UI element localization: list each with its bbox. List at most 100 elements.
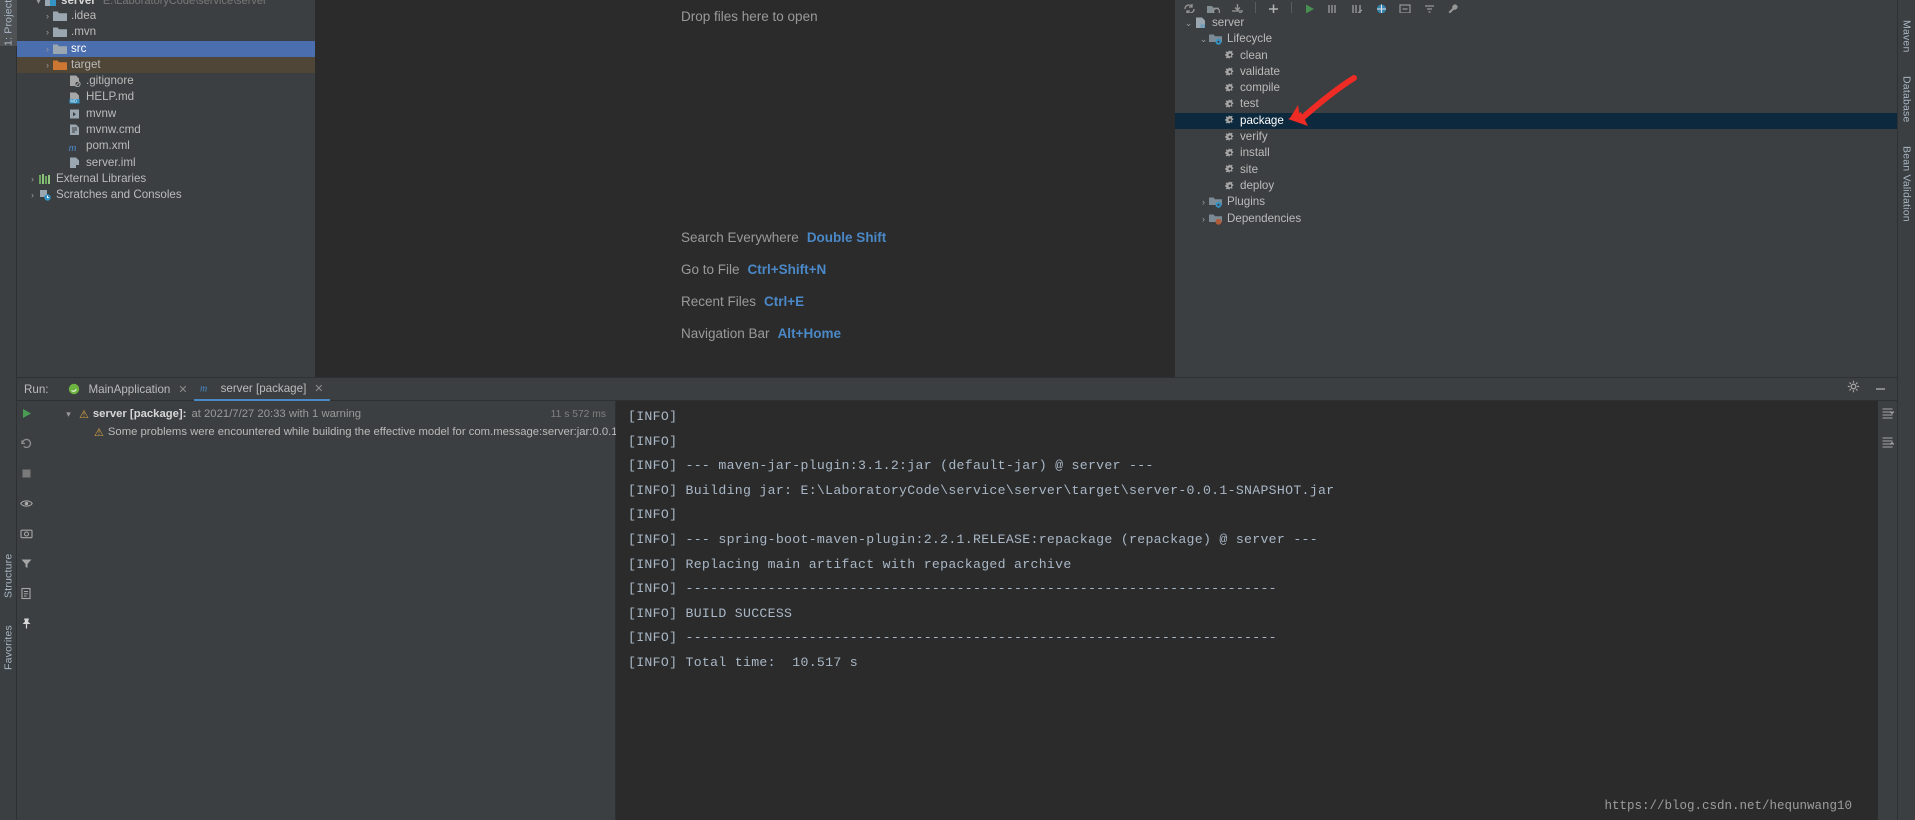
project-tree-item[interactable]: mvnw [17,106,315,122]
rerun-failed-icon[interactable] [20,437,33,455]
tool-button-structure-label: Structure [2,553,15,599]
tool-button-maven[interactable]: Maven [1898,10,1915,62]
build-console-output[interactable]: [INFO] [INFO] [INFO] --- maven-jar-plugi… [616,401,1878,820]
skip-tests-icon[interactable] [1327,2,1340,13]
maven-tree-item[interactable]: compile [1175,80,1897,96]
maven-tree-item[interactable]: test [1175,96,1897,112]
tool-button-bean-validation[interactable]: Bean Validation [1898,136,1915,232]
project-tree-item[interactable]: › External Libraries [17,171,315,187]
build-result-tree[interactable]: ▾ ⚠ server [package]: at 2021/7/27 20:33… [36,401,645,820]
expand-all-icon[interactable] [1399,2,1412,13]
project-tree-item-label: .idea [71,9,97,22]
project-tree-item[interactable]: › Scratches and Consoles [17,187,315,203]
maven-tree-item[interactable]: validate [1175,64,1897,80]
stop-icon[interactable] [20,467,33,485]
expand-all-icon-console[interactable] [1881,407,1895,425]
filter-icon[interactable] [20,557,33,575]
project-tree-item[interactable]: .gitignore [17,73,315,89]
project-tree-item[interactable]: mvnw.cmd [17,122,315,138]
rerun-icon[interactable] [20,407,33,425]
chevron-right-icon[interactable]: › [42,41,53,57]
maven-tree-item-selected[interactable]: package [1175,112,1897,130]
editor-empty-area[interactable]: Search Everywhere Double Shift Go to File C… [315,0,1175,377]
maven-tree-item[interactable]: verify [1175,129,1897,145]
close-icon[interactable]: ✕ [178,383,187,396]
maven-tree: ⌄ m server ⌄ Lifecycle clean validate compile te… [1175,13,1897,227]
chevron-right-icon[interactable]: › [42,57,53,73]
run-icon[interactable] [1303,2,1316,13]
close-icon-2[interactable]: ✕ [314,382,323,395]
maven-tool-window[interactable]: ⌄ m server ⌄ Lifecycle clean validate compile te… [1175,0,1897,377]
minimize-icon[interactable] [1874,380,1887,398]
toggle-offline-icon[interactable] [1351,2,1364,13]
project-tree-item[interactable]: › .idea [17,8,315,24]
spring-boot-icon [68,383,80,395]
project-tree-item[interactable]: server.iml [17,155,315,171]
maven-tree-item[interactable]: ⌄ m server [1175,15,1897,31]
maven-tree-item[interactable]: install [1175,145,1897,161]
maven-tree-item-label: compile [1240,81,1280,95]
project-tree-item[interactable]: MD HELP.md [17,89,315,105]
run-tab-server-package[interactable]: m server [package] ✕ [193,378,330,401]
settings-gear-icon[interactable] [1847,380,1860,398]
pin-icon[interactable] [20,617,33,635]
maven-tree-item-label: server [1212,16,1245,29]
tool-button-favorites[interactable]: Favorites [0,612,17,684]
maven-tree-item[interactable]: ⌄ Lifecycle [1175,31,1897,47]
console-line: [INFO] --- maven-jar-plugin:3.1.2:jar (d… [628,458,1154,474]
maven-tree-item-label: site [1240,162,1259,176]
chevron-down-icon-build[interactable]: ▾ [63,409,74,420]
maven-tree-item[interactable]: deploy [1175,178,1897,194]
tool-button-project[interactable]: 1: Project [0,0,17,46]
maven-tree-item[interactable]: › Plugins [1175,194,1897,210]
maven-project-icon: m [1194,17,1208,29]
folder-excluded-icon [53,59,67,71]
show-dependencies-icon[interactable] [1375,2,1388,13]
chevron-right-icon[interactable]: › [27,171,38,187]
project-tree-item-label: server.iml [86,155,136,169]
collapse-all-icon[interactable] [1423,2,1436,13]
console-line: [INFO] --- spring-boot-maven-plugin:2.2.… [628,531,1318,547]
build-result-row-warning[interactable]: ⚠ Some problems were encountered while b… [36,423,645,441]
maven-tree-item[interactable]: site [1175,162,1897,178]
chevron-right-icon[interactable]: › [42,24,53,40]
settings-wrench-icon[interactable] [1447,2,1460,13]
run-tab-mainapplication[interactable]: MainApplication ✕ [62,378,194,401]
chevron-down-icon[interactable]: ⌄ [1198,31,1209,47]
chevron-right-icon[interactable]: › [42,8,53,24]
maven-tree-item[interactable]: › Dependencies [1175,211,1897,227]
project-tree-item[interactable]: › src [17,40,315,57]
project-tree-item[interactable]: m pom.xml [17,138,315,154]
reload-all-projects-icon[interactable] [1183,2,1196,13]
run-tool-window[interactable]: Run: MainApplication ✕ m server [package… [17,377,1897,820]
project-tree-item[interactable]: › target [17,56,315,74]
screenshot-icon[interactable] [20,527,33,545]
chevron-down-icon[interactable]: ▾ [33,0,44,8]
project-tool-window[interactable]: ▾ server E:\LaboratoryCode\service\serve… [17,0,315,377]
goal-gear-icon [1224,83,1236,94]
toggle-visibility-icon[interactable] [20,497,33,515]
tool-button-database[interactable]: Database [1898,66,1915,132]
generate-sources-icon[interactable] [1207,2,1221,13]
tool-button-structure[interactable]: Structure [0,540,17,612]
editor-hint-row: Navigation Bar Alt+Home [315,317,1175,349]
maven-toolbar [1175,0,1897,13]
svg-text:MD: MD [70,98,77,103]
chevron-down-icon[interactable]: ⌄ [1183,15,1194,31]
chevron-right-icon[interactable]: › [27,187,38,203]
collapse-all-icon-console[interactable] [1881,436,1895,454]
build-result-row-root[interactable]: ▾ ⚠ server [package]: at 2021/7/27 20:33… [36,405,615,423]
chevron-right-icon[interactable]: › [1198,211,1209,227]
run-tab-server-package-label: server [package] [220,381,307,395]
scratches-icon [38,189,52,202]
console-line: [INFO] [628,433,686,449]
folder-icon [53,26,67,38]
project-tree-item[interactable]: › .mvn [17,24,315,40]
chevron-right-icon[interactable]: › [1198,194,1209,210]
add-maven-project-icon[interactable] [1267,2,1280,13]
download-sources-icon[interactable] [1231,2,1244,13]
project-tree-root[interactable]: ▾ server E:\LaboratoryCode\service\serve… [17,0,315,8]
editor-hint-label: Search Everywhere [681,229,799,245]
export-icon[interactable] [20,587,33,605]
maven-tree-item[interactable]: clean [1175,48,1897,64]
